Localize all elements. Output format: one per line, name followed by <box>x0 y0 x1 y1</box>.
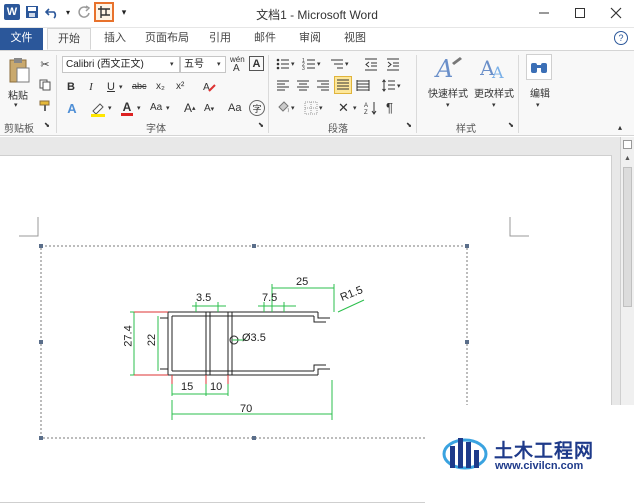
dim-label-2: 7.5 <box>262 292 278 304</box>
margin-mark-top-left <box>19 217 39 237</box>
dim-label-8: 15 <box>181 381 194 393</box>
watermark-title: 土木工程网 <box>494 440 595 462</box>
red-leaders <box>134 311 229 384</box>
margin-marks <box>19 217 529 237</box>
dim-label-10: 70 <box>240 403 253 415</box>
dim-label-5: 27.4 <box>122 325 135 347</box>
dim-label-9: 10 <box>210 381 223 393</box>
dimension-lines <box>130 284 365 420</box>
watermark-url: www.civilcn.com <box>495 460 584 472</box>
dim-label-3: 25 <box>296 276 309 288</box>
margin-mark-top-right <box>509 217 529 237</box>
dim-label-7: Ø3.5 <box>242 332 266 344</box>
civilcn-logo-icon <box>442 432 488 472</box>
dim-label-6: 22 <box>146 333 159 347</box>
dim-label-1: 3.5 <box>196 292 212 304</box>
